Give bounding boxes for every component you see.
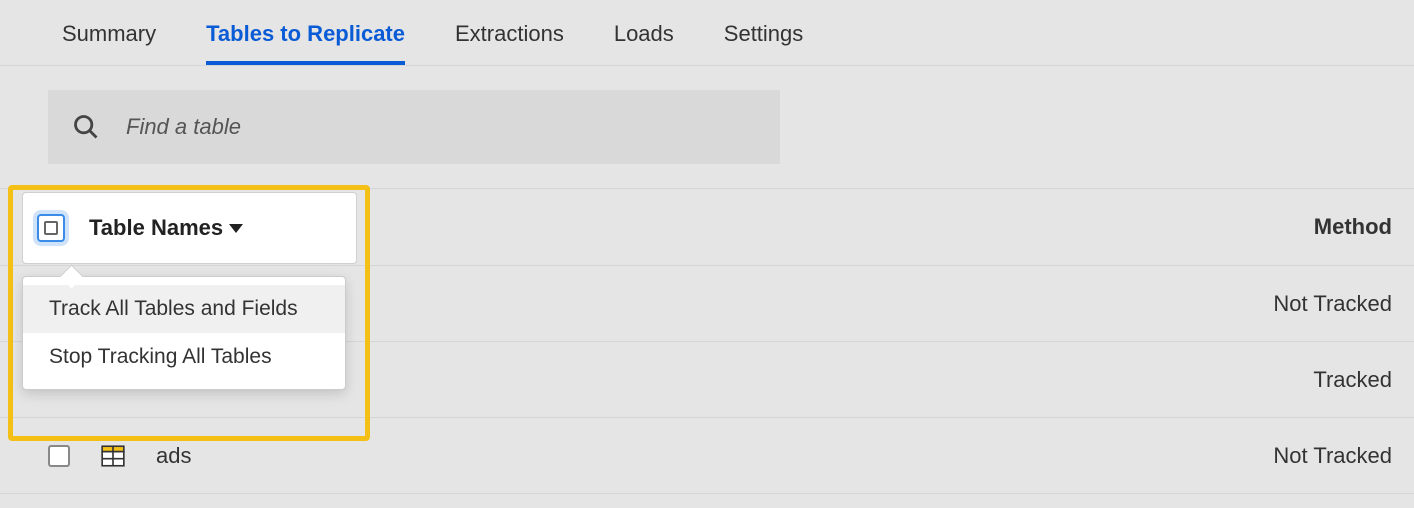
caret-down-icon	[229, 224, 243, 233]
menu-item-stop-tracking-all[interactable]: Stop Tracking All Tables	[23, 333, 345, 381]
tab-settings[interactable]: Settings	[724, 21, 804, 65]
row-checkbox[interactable]	[48, 445, 70, 467]
table-icon	[100, 443, 126, 469]
tab-summary[interactable]: Summary	[62, 21, 156, 65]
tabs-bar: Summary Tables to Replicate Extractions …	[0, 0, 1414, 66]
row-status: Not Tracked	[1273, 443, 1392, 469]
search-input[interactable]	[124, 113, 780, 141]
table-names-header-card: Table Names	[22, 192, 357, 264]
tab-extractions[interactable]: Extractions	[455, 21, 564, 65]
table-names-dropdown-menu: Track All Tables and Fields Stop Trackin…	[22, 276, 346, 390]
menu-item-track-all[interactable]: Track All Tables and Fields	[23, 285, 345, 333]
table-names-dropdown-trigger[interactable]: Table Names	[89, 215, 243, 241]
row-status: Tracked	[1313, 367, 1392, 393]
tab-tables-to-replicate[interactable]: Tables to Replicate	[206, 21, 405, 65]
search-field[interactable]	[48, 90, 780, 164]
table-names-label: Table Names	[89, 215, 223, 241]
search-icon	[72, 113, 100, 141]
method-column-header: Method	[1314, 214, 1392, 240]
tab-loads[interactable]: Loads	[614, 21, 674, 65]
search-container	[0, 66, 1414, 164]
select-all-checkbox[interactable]	[37, 214, 65, 242]
row-table-name: ads	[156, 443, 191, 469]
row-status: Not Tracked	[1273, 291, 1392, 317]
table-row[interactable]: ads Not Tracked	[0, 418, 1414, 494]
